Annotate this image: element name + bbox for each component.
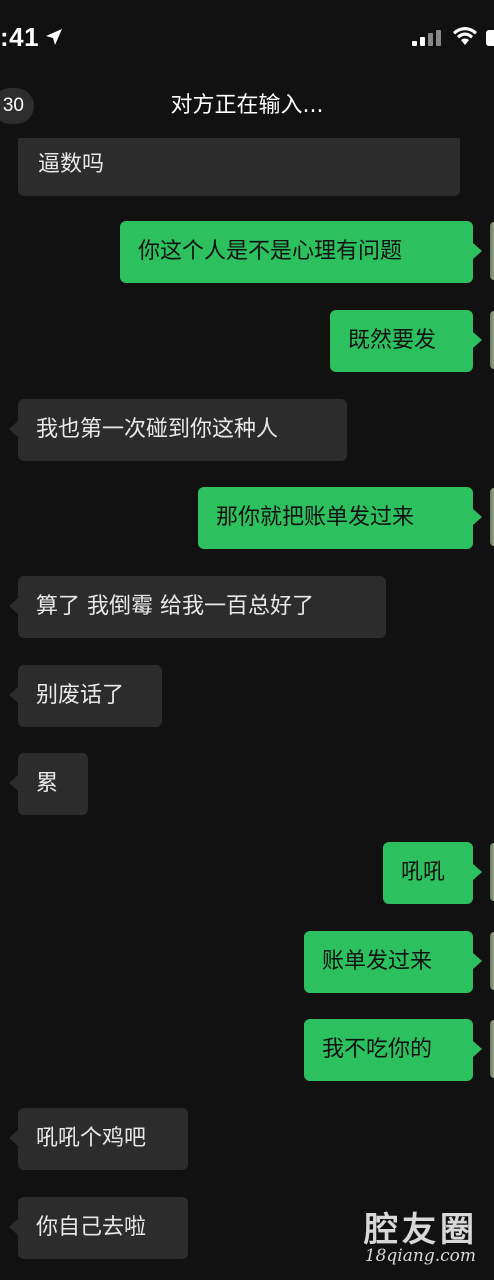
status-time: :41 [0, 22, 40, 52]
message-bubble-incoming[interactable]: 累 [9, 753, 88, 815]
my-avatar[interactable] [490, 222, 494, 280]
message-bubble-incoming[interactable]: 你自己去啦 [9, 1197, 188, 1259]
my-avatar[interactable] [490, 843, 494, 901]
message-text: 你自己去啦 [36, 1215, 147, 1240]
watermark: 腔友圈 18qiang.com [352, 1196, 492, 1280]
watermark-logo: 腔友圈 [364, 1210, 478, 1250]
message-text: 吼吼个鸡吧 [36, 1126, 147, 1151]
message-text: 累 [36, 771, 59, 796]
message-bubble-outgoing[interactable]: 吼吼 [383, 842, 482, 904]
my-avatar[interactable] [490, 1020, 494, 1078]
message-bubble-outgoing[interactable]: 我不吃你的 [304, 1019, 482, 1081]
message-bubble-outgoing[interactable]: 既然要发 [330, 310, 482, 372]
my-avatar[interactable] [490, 311, 494, 369]
wifi-icon [453, 27, 477, 45]
message-text: 逼数吗 [38, 152, 105, 177]
message-bubble-incoming[interactable]: 别废话了 [9, 665, 162, 727]
message-text: 别废话了 [36, 683, 125, 708]
message-text: 账单发过来 [322, 949, 433, 974]
chat-area: 什么时候是有账单 你自己吃了发照 逼数吗 你这个人是不是心理有问题 既然要发 我… [0, 0, 494, 1280]
cellular-signal-icon [412, 30, 441, 46]
status-bar: :41 [0, 0, 494, 74]
message-text: 我不吃你的 [322, 1037, 433, 1062]
message-text: 我也第一次碰到你这种人 [36, 417, 279, 442]
message-bubble-incoming[interactable]: 我也第一次碰到你这种人 [9, 399, 347, 461]
my-avatar[interactable] [490, 932, 494, 990]
message-text: 既然要发 [348, 328, 437, 353]
watermark-url: 18qiang.com [364, 1246, 476, 1266]
message-bubble-outgoing[interactable]: 账单发过来 [304, 931, 482, 993]
message-text: 算了 我倒霉 给我一百总好了 [36, 594, 314, 619]
battery-icon [486, 30, 494, 46]
message-bubble-outgoing[interactable]: 你这个人是不是心理有问题 [120, 221, 482, 283]
message-bubble-outgoing[interactable]: 那你就把账单发过来 [198, 487, 482, 549]
message-text: 那你就把账单发过来 [216, 505, 415, 530]
location-arrow-icon [46, 29, 62, 45]
my-avatar[interactable] [490, 488, 494, 546]
chat-title: 对方正在输入... [170, 93, 324, 118]
message-text: 吼吼 [401, 860, 446, 885]
message-text: 你这个人是不是心理有问题 [138, 239, 403, 264]
message-bubble-incoming[interactable]: 算了 我倒霉 给我一百总好了 [9, 576, 386, 638]
message-bubble-incoming[interactable]: 吼吼个鸡吧 [9, 1108, 188, 1170]
